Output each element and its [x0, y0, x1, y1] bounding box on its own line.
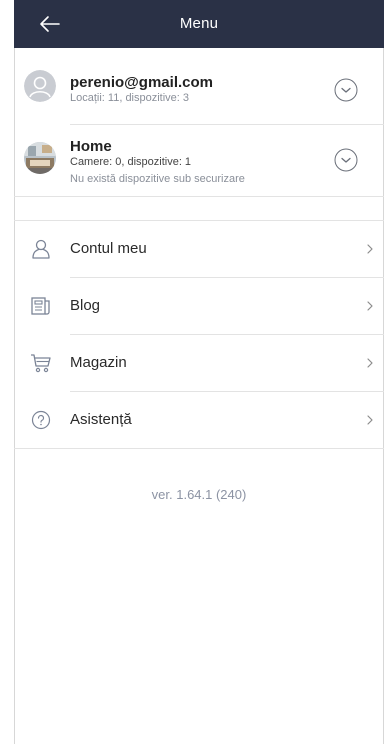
menu-item-account[interactable]: Contul meu: [14, 221, 384, 277]
location-details: Camere: 0, dispozitive: 1: [70, 156, 192, 168]
page-title: Menu: [179, 15, 219, 32]
security-status: Nu există dispozitive sub securizare: [70, 173, 245, 185]
home-avatar: [24, 142, 56, 174]
location-name: Home: [70, 138, 112, 155]
menu-item-label: Blog: [70, 297, 101, 314]
account-email: perenio@gmail.com: [70, 74, 213, 91]
person-icon: [32, 239, 50, 259]
user-avatar: [24, 70, 56, 102]
home-photo-icon: [24, 142, 56, 174]
user-avatar-icon: [24, 70, 56, 102]
app-version: ver. 1.64.1 (240): [151, 487, 247, 502]
account-row-home[interactable]: Home Camere: 0, dispozitive: 1 Nu există…: [14, 125, 384, 196]
menu-item-label: Magazin: [70, 354, 127, 371]
cart-icon: [31, 354, 51, 373]
chevron-right-icon: [367, 415, 373, 425]
menu-item-shop[interactable]: Magazin: [14, 335, 384, 391]
chevron-right-icon: [367, 358, 373, 368]
chevron-right-icon: [367, 301, 373, 311]
account-row-user[interactable]: perenio@gmail.com Locații: 11, dispoziti…: [14, 48, 384, 124]
top-bar: Menu: [14, 0, 384, 48]
help-icon: [31, 410, 51, 430]
menu-screen: Menu perenio@gmail.com Locații: 11, disp…: [0, 0, 384, 744]
menu-item-support[interactable]: Asistență: [14, 392, 384, 448]
menu-bottom-divider: [14, 448, 384, 449]
menu-item-label: Asistență: [70, 411, 132, 428]
menu-item-blog[interactable]: Blog: [14, 278, 384, 334]
account-details: Locații: 11, dispozitive: 3: [70, 92, 190, 104]
menu-item-label: Contul meu: [70, 240, 147, 257]
blog-icon: [31, 297, 50, 315]
expand-chevron-icon[interactable]: [334, 78, 358, 102]
chevron-right-icon: [367, 244, 373, 254]
section-divider: [14, 196, 384, 197]
expand-chevron-icon[interactable]: [334, 148, 358, 172]
